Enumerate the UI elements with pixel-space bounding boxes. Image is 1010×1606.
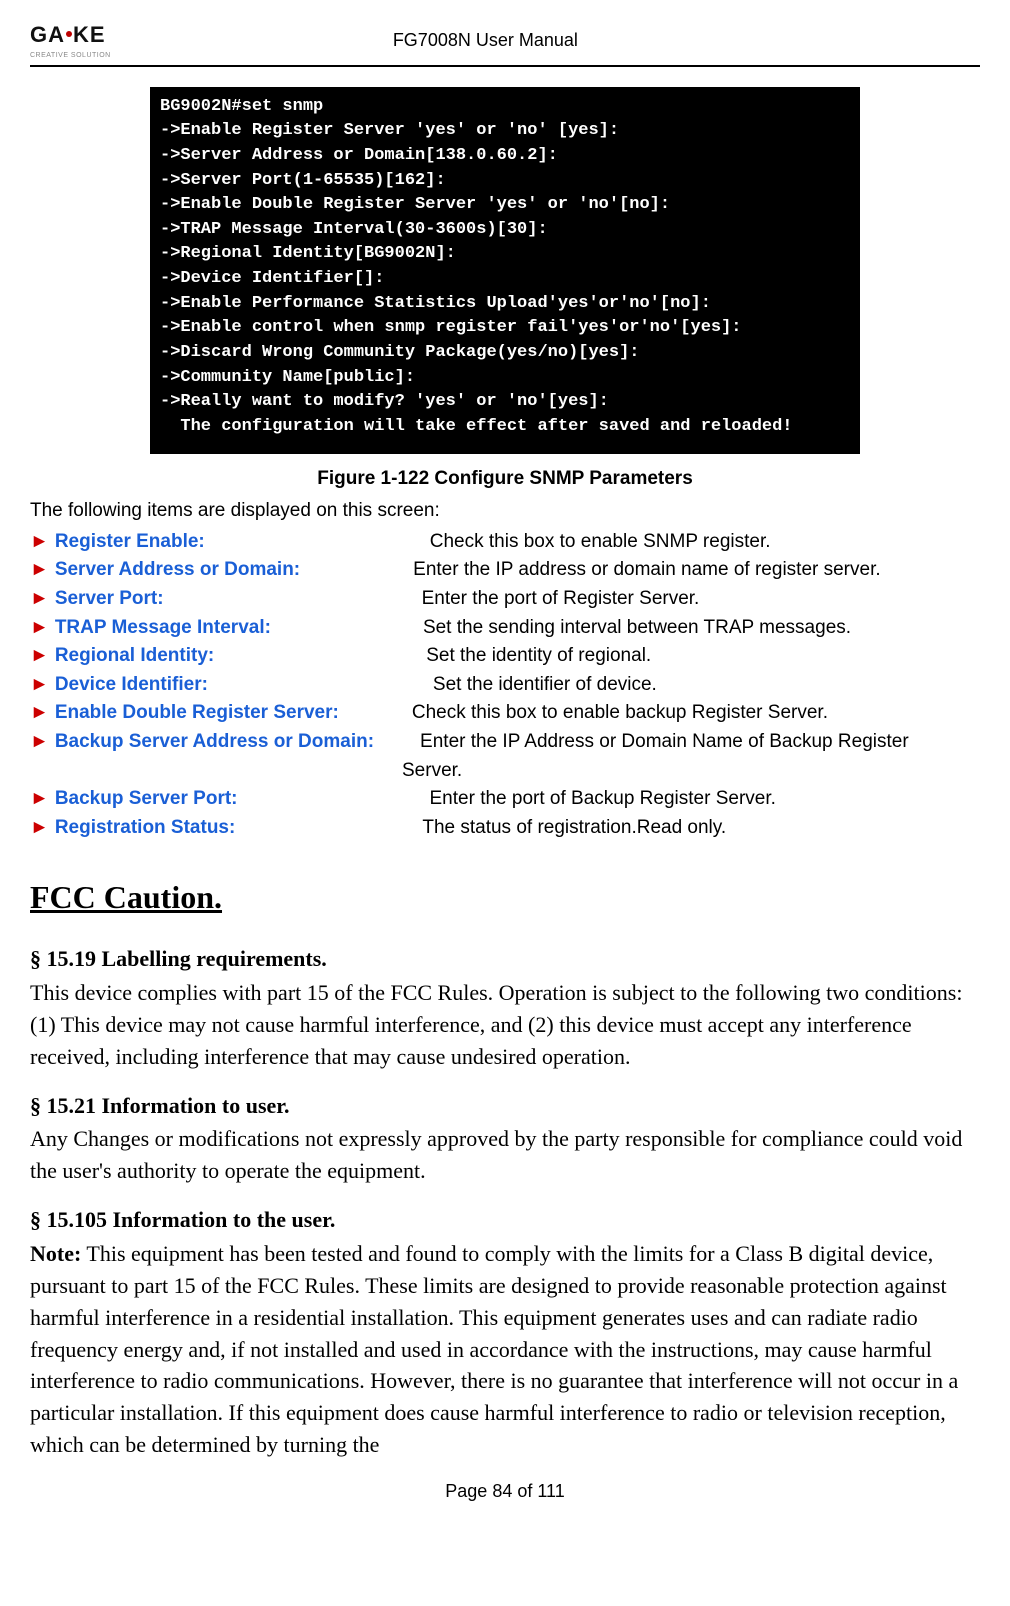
parameter-description: Check this box to enable SNMP register. xyxy=(430,529,980,556)
parameter-row: ►Registration Status: The status of regis… xyxy=(30,815,980,842)
parameter-row: ►Device Identifier: Set the identifier of… xyxy=(30,672,980,699)
section-heading: § 15.105 Information to the user. xyxy=(30,1205,980,1236)
parameter-row: ►Backup Server Address or Domain: Enter t… xyxy=(30,729,980,756)
parameter-label: Backup Server Port: xyxy=(55,786,238,813)
parameter-label: Enable Double Register Server: xyxy=(55,700,339,727)
section-body-text: This equipment has been tested and found… xyxy=(30,1241,958,1457)
figure-caption: Figure 1-122 Configure SNMP Parameters xyxy=(30,466,980,493)
parameter-description: Server. xyxy=(402,758,980,785)
parameter-row: ►TRAP Message Interval: Set the sending i… xyxy=(30,615,980,642)
section-body: Any Changes or modifications not express… xyxy=(30,1123,980,1187)
intro-text: The following items are displayed on thi… xyxy=(30,498,980,525)
chevron-right-icon: ► xyxy=(30,815,49,842)
parameter-label: Register Enable: xyxy=(55,529,205,556)
section-heading: § 15.19 Labelling requirements. xyxy=(30,944,980,975)
parameter-row: ►Backup Server Port: Enter the port of Ba… xyxy=(30,786,980,813)
parameter-description: Enter the IP Address or Domain Name of B… xyxy=(420,729,980,756)
section-heading: § 15.21 Information to user. xyxy=(30,1091,980,1122)
section-body: Note: This equipment has been tested and… xyxy=(30,1238,980,1461)
parameter-description: The status of registration.Read only. xyxy=(422,815,980,842)
parameter-label: TRAP Message Interval: xyxy=(55,615,271,642)
fcc-sections: § 15.19 Labelling requirements.This devi… xyxy=(30,944,980,1461)
parameter-row: ►Server Port: Enter the port of Register … xyxy=(30,586,980,613)
chevron-right-icon: ► xyxy=(30,672,49,699)
parameter-description: Enter the port of Register Server. xyxy=(422,586,980,613)
parameter-label: Backup Server Address or Domain: xyxy=(55,729,374,756)
page-header: GAKE CREATIVE SOLUTION FG7008N User Manu… xyxy=(30,20,980,67)
parameter-description: Check this box to enable backup Register… xyxy=(412,700,980,727)
parameter-description: Set the identity of regional. xyxy=(426,643,980,670)
parameter-label: Registration Status: xyxy=(55,815,236,842)
parameter-row: ►Regional Identity: Set the identity of r… xyxy=(30,643,980,670)
document-title: FG7008N User Manual xyxy=(111,28,860,53)
parameter-description: Set the identifier of device. xyxy=(433,672,980,699)
parameter-list: ►Register Enable:Check this box to enabl… xyxy=(30,529,980,842)
parameter-label: Device Identifier: xyxy=(55,672,208,699)
parameter-row: Server. xyxy=(30,758,980,785)
chevron-right-icon: ► xyxy=(30,700,49,727)
logo-dot-icon xyxy=(66,31,72,37)
parameter-label: Server Address or Domain: xyxy=(55,557,300,584)
chevron-right-icon: ► xyxy=(30,729,49,756)
parameter-description: Enter the IP address or domain name of r… xyxy=(413,557,980,584)
logo-subtext: CREATIVE SOLUTION xyxy=(30,51,111,61)
parameter-row: ►Server Address or Domain: Enter the IP a… xyxy=(30,557,980,584)
parameter-description: Set the sending interval between TRAP me… xyxy=(423,615,980,642)
page-number: Page 84 of 111 xyxy=(30,1479,980,1504)
chevron-right-icon: ► xyxy=(30,643,49,670)
logo-mark: GAKE CREATIVE SOLUTION xyxy=(30,20,111,61)
note-label: Note: xyxy=(30,1241,81,1266)
chevron-right-icon: ► xyxy=(30,529,49,556)
parameter-description: Enter the port of Backup Register Server… xyxy=(430,786,981,813)
chevron-right-icon: ► xyxy=(30,586,49,613)
chevron-right-icon: ► xyxy=(30,786,49,813)
page-container: GAKE CREATIVE SOLUTION FG7008N User Manu… xyxy=(0,0,1010,1534)
fcc-caution-heading: FCC Caution. xyxy=(30,875,980,920)
brand-logo: GAKE CREATIVE SOLUTION xyxy=(30,20,111,61)
parameter-label: Regional Identity: xyxy=(55,643,214,670)
terminal-screenshot: BG9002N#set snmp ->Enable Register Serve… xyxy=(150,87,860,454)
parameter-row: ►Enable Double Register Server: Check thi… xyxy=(30,700,980,727)
chevron-right-icon: ► xyxy=(30,615,49,642)
parameter-row: ►Register Enable: Check this box to enabl… xyxy=(30,529,980,556)
section-body: This device complies with part 15 of the… xyxy=(30,977,980,1073)
parameter-label: Server Port: xyxy=(55,586,164,613)
chevron-right-icon: ► xyxy=(30,557,49,584)
